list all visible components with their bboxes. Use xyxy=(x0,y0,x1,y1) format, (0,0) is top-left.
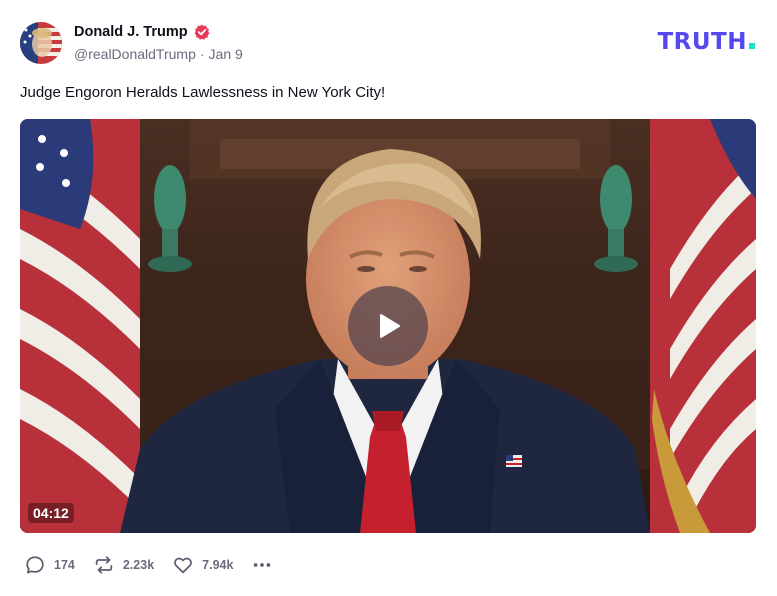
like-button[interactable]: 7.94k xyxy=(172,554,233,576)
heart-icon xyxy=(174,557,193,574)
play-button[interactable] xyxy=(348,286,428,366)
author-meta: @realDonaldTrump · Jan 9 xyxy=(74,46,243,62)
reply-count: 174 xyxy=(54,558,75,572)
more-options-button[interactable] xyxy=(251,554,273,576)
post-header: Donald J. Trump @realDonaldTrump · Jan 9… xyxy=(20,20,757,66)
retruth-count: 2.23k xyxy=(122,558,155,572)
truth-logo-text: TRUTH xyxy=(657,29,747,55)
like-count: 7.94k xyxy=(202,558,234,572)
meta-separator: · xyxy=(199,46,205,62)
author-info: Donald J. Trump @realDonaldTrump · Jan 9 xyxy=(74,22,243,62)
truth-logo[interactable]: TRUTH xyxy=(657,29,755,55)
play-icon xyxy=(380,314,400,338)
speech-bubble-icon xyxy=(26,556,44,574)
author-handle[interactable]: @realDonaldTrump xyxy=(74,46,196,62)
truth-logo-dot xyxy=(749,43,755,49)
video-player[interactable]: 04:12 xyxy=(20,119,756,533)
verified-badge-icon xyxy=(194,24,210,40)
repost-arrows-icon xyxy=(95,556,113,574)
post-body-text: Judge Engoron Heralds Lawlessness in New… xyxy=(20,84,386,101)
author-avatar[interactable] xyxy=(20,22,62,64)
author-name-row: Donald J. Trump xyxy=(74,22,243,42)
reply-button[interactable]: 174 xyxy=(24,554,75,576)
post-actions: 174 2.23k 7.94k xyxy=(24,553,273,577)
post-date[interactable]: Jan 9 xyxy=(209,46,243,62)
video-duration: 04:12 xyxy=(28,503,74,523)
author-display-name[interactable]: Donald J. Trump xyxy=(74,24,188,40)
ellipsis-icon xyxy=(254,563,271,567)
post-card: Donald J. Trump @realDonaldTrump · Jan 9… xyxy=(0,0,777,596)
retruth-button[interactable]: 2.23k xyxy=(93,554,154,576)
